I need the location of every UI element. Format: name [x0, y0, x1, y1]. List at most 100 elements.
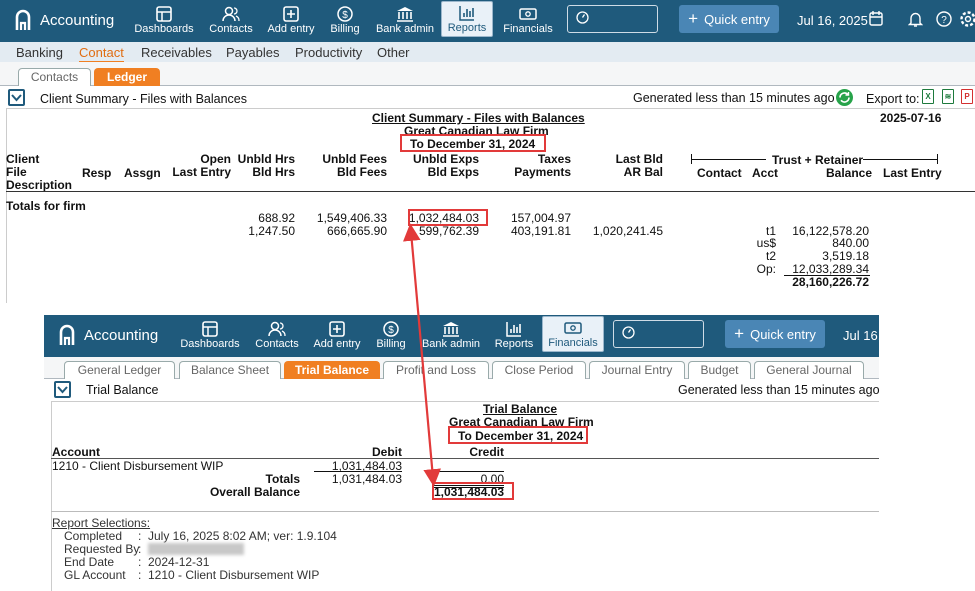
- nav-contacts[interactable]: Contacts: [203, 3, 259, 37]
- nav-label: Dashboards: [180, 338, 240, 350]
- timer-search-box[interactable]: [613, 320, 704, 348]
- selection-colon: :: [138, 529, 142, 543]
- tab-ledger[interactable]: Ledger: [94, 68, 160, 86]
- tab-profit-and-loss[interactable]: Profit and Loss: [383, 361, 489, 379]
- collapse-toggle-icon[interactable]: [8, 89, 25, 106]
- subnav-contact[interactable]: Contact: [79, 45, 124, 63]
- header-credit: Credit: [469, 445, 504, 459]
- col-fees: Unbld Fees Bld Fees: [300, 153, 387, 179]
- nav-dashboards[interactable]: Dashboards: [176, 318, 244, 352]
- selection-colon: :: [138, 555, 142, 569]
- bottom-brand[interactable]: Accounting: [58, 324, 158, 346]
- quick-entry-label: Quick entry: [704, 11, 770, 27]
- nav-billing[interactable]: $ Billing: [370, 318, 412, 352]
- subnav-receivables[interactable]: Receivables: [141, 45, 212, 60]
- timer-icon: [622, 326, 635, 342]
- settings-icon[interactable]: [960, 11, 975, 30]
- totals-for-firm: Totals for firm: [6, 199, 86, 213]
- quick-entry-button[interactable]: + Quick entry: [725, 320, 825, 348]
- tab-contacts[interactable]: Contacts: [18, 68, 91, 86]
- dashboard-icon: [202, 320, 218, 338]
- overall-balance-label: Overall Balance: [209, 485, 300, 499]
- financials-icon: [564, 319, 582, 337]
- nav-financials[interactable]: Financials: [542, 316, 604, 352]
- csv-export-icon[interactable]: ≋: [942, 89, 954, 104]
- trust-balance: 3,519.18: [822, 249, 869, 263]
- reports-icon: [506, 320, 522, 338]
- total-bld-exps: 599,762.39: [418, 224, 479, 238]
- report-date: 2025-07-16: [880, 111, 942, 125]
- total-ar-bal: 1,020,241.45: [592, 224, 663, 238]
- refresh-icon[interactable]: [835, 88, 854, 110]
- add-entry-icon: [329, 320, 345, 338]
- quick-entry-button[interactable]: + Quick entry: [679, 5, 779, 33]
- tab-budget[interactable]: Budget: [688, 361, 751, 379]
- tab-journal-entry[interactable]: Journal Entry: [589, 361, 685, 379]
- nav-financials[interactable]: Financials: [500, 3, 556, 37]
- header-balance: Balance: [826, 166, 873, 180]
- excel-export-icon[interactable]: X: [922, 89, 934, 104]
- help-icon[interactable]: ?: [936, 11, 952, 30]
- bracket-line-left: [691, 159, 766, 160]
- nav-add-entry[interactable]: Add entry: [263, 3, 319, 37]
- nav-reports[interactable]: Reports: [488, 318, 540, 352]
- generated-status: Generated less than 15 minutes ago: [633, 91, 835, 105]
- collapse-toggle-icon[interactable]: [54, 381, 71, 398]
- header-acct: Acct: [752, 166, 779, 180]
- billing-icon: $: [383, 320, 399, 338]
- nav-contacts[interactable]: Contacts: [249, 318, 305, 352]
- calendar-icon[interactable]: [869, 11, 883, 29]
- nav-bank-admin[interactable]: Bank admin: [372, 3, 438, 37]
- svg-text:?: ?: [941, 15, 947, 26]
- contacts-icon: [268, 320, 286, 338]
- header-bld-exps: Bld Exps: [427, 165, 479, 179]
- nav-label: Financials: [548, 337, 598, 349]
- header-ar-bal: AR Bal: [623, 165, 663, 179]
- subnav-banking[interactable]: Banking: [16, 45, 63, 60]
- panel-title: Client Summary - Files with Balances: [40, 92, 248, 106]
- tab-trial-balance[interactable]: Trial Balance: [284, 361, 380, 379]
- nav-add-entry[interactable]: Add entry: [309, 318, 365, 352]
- trust-acct: Op:: [756, 262, 776, 276]
- nav-billing[interactable]: $ Billing: [324, 3, 366, 37]
- header-last-entry: Last Entry: [172, 165, 231, 179]
- col-taxes: Taxes Payments: [495, 153, 571, 179]
- subnav-other[interactable]: Other: [377, 45, 410, 60]
- nav-dashboards[interactable]: Dashboards: [130, 3, 198, 37]
- nav-label: Add entry: [313, 338, 361, 350]
- bell-icon[interactable]: [907, 11, 924, 30]
- total-unbld-fees: 1,549,406.33: [316, 211, 387, 225]
- header-debit: Debit: [372, 445, 402, 459]
- trust-acct: us$: [756, 236, 776, 250]
- contacts-icon: [222, 5, 240, 23]
- header-assgn: Assgn: [124, 166, 161, 180]
- tab-general-journal[interactable]: General Journal: [754, 361, 864, 379]
- add-entry-icon: [283, 5, 299, 23]
- subnav-payables[interactable]: Payables: [226, 45, 279, 60]
- financials-icon: [519, 5, 537, 23]
- selection-colon: :: [138, 542, 142, 556]
- top-brand[interactable]: Accounting: [14, 9, 114, 31]
- selection-value: July 16, 2025 8:02 AM; ver: 1.9.104: [148, 529, 337, 543]
- header-payments: Payments: [514, 165, 571, 179]
- nav-label: Financials: [503, 23, 553, 35]
- timer-search-box[interactable]: [567, 5, 658, 33]
- tab-general-ledger[interactable]: General Ledger: [64, 361, 175, 379]
- nav-reports[interactable]: Reports: [441, 1, 493, 37]
- bracket-tick-left: [691, 154, 692, 164]
- trust-balance: 840.00: [832, 236, 869, 250]
- header-bld-fees: Bld Fees: [336, 165, 387, 179]
- col-hrs: Unbld Hrs Bld Hrs: [225, 153, 295, 179]
- trust-bracket: Trust + Retainer: [691, 153, 938, 167]
- subnav-productivity[interactable]: Productivity: [295, 45, 362, 60]
- dashboard-icon: [156, 5, 172, 23]
- export-label: Export to:: [866, 92, 920, 106]
- nav-bank-admin[interactable]: Bank admin: [418, 318, 484, 352]
- tab-balance-sheet[interactable]: Balance Sheet: [179, 361, 281, 379]
- panel-title: Trial Balance: [86, 383, 159, 397]
- report-title: Trial Balance: [483, 402, 558, 416]
- account-row-name: 1210 - Client Disbursement WIP: [52, 459, 224, 473]
- pdf-export-icon[interactable]: P: [961, 89, 973, 104]
- total-bld-hrs: 1,247.50: [248, 224, 295, 238]
- tab-close-period[interactable]: Close Period: [492, 361, 586, 379]
